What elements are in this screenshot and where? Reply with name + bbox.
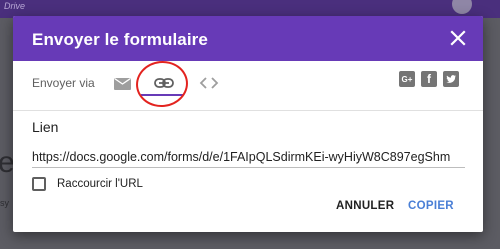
dialog-title: Envoyer le formulaire xyxy=(32,30,208,49)
send-form-dialog: Envoyer le formulaire Envoyer via G+ f L… xyxy=(13,16,483,232)
share-google-plus-button[interactable]: G+ xyxy=(399,71,415,87)
cancel-button[interactable]: ANNULER xyxy=(336,200,394,212)
share-twitter-button[interactable] xyxy=(443,71,459,87)
tab-embed[interactable] xyxy=(190,69,228,97)
share-facebook-button[interactable]: f xyxy=(421,71,437,87)
url-field[interactable] xyxy=(32,146,465,168)
google-plus-icon: G+ xyxy=(401,74,413,84)
shorten-url-label[interactable]: Raccourcir l'URL xyxy=(57,178,143,190)
background-app-name: Drive xyxy=(4,1,26,11)
send-via-label: Envoyer via xyxy=(32,76,95,90)
embed-code-icon xyxy=(199,77,219,89)
background-partial-text: sy xyxy=(0,198,9,208)
facebook-icon: f xyxy=(427,72,431,86)
send-via-row: Envoyer via G+ f xyxy=(13,58,483,111)
close-button[interactable] xyxy=(449,29,467,47)
link-heading: Lien xyxy=(32,119,59,135)
shorten-url-checkbox[interactable] xyxy=(32,177,46,191)
copy-button[interactable]: COPIER xyxy=(408,200,454,212)
dialog-header: Envoyer le formulaire xyxy=(13,16,483,61)
background-avatar xyxy=(452,0,472,14)
annotation-circle xyxy=(133,58,191,110)
twitter-icon xyxy=(446,75,456,83)
close-icon xyxy=(450,30,466,46)
